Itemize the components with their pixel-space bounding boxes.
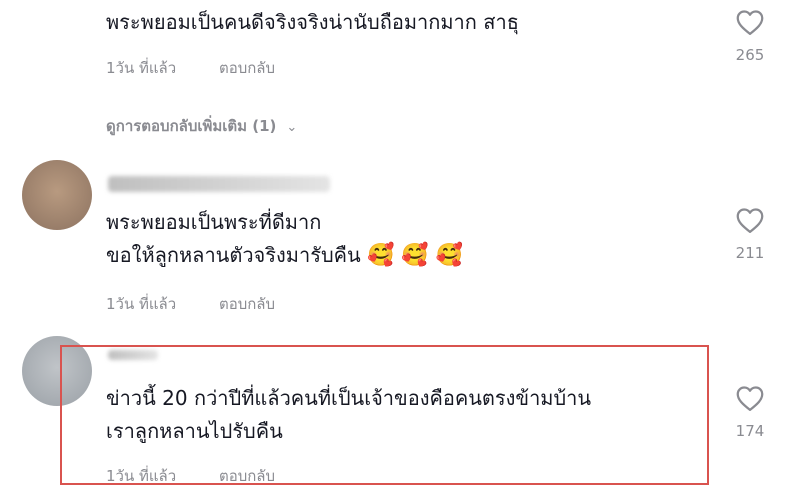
comment-time: 1วัน ที่แล้ว <box>106 59 177 77</box>
chevron-down-icon: ⌄ <box>286 120 298 135</box>
heart-outline-icon[interactable] <box>735 384 765 412</box>
comment-line: ข่าวนี้ 20 กว่าปีที่แล้วคนที่เป็นเจ้าของ… <box>106 386 592 410</box>
comment-time: 1วัน ที่แล้ว <box>106 467 177 485</box>
view-more-replies-label: ดูการตอบกลับเพิ่มเติม (1) <box>106 117 277 135</box>
smiling-face-hearts-emoji: 🥰 🥰 🥰 <box>367 243 464 268</box>
comment-text: พระพยอมเป็นพระที่ดีมาก ขอให้ลูกหลานตัวจร… <box>106 206 463 272</box>
comment-line: เราลูกหลานไปรับคืน <box>106 419 283 443</box>
like-count: 211 <box>735 244 765 262</box>
comment-meta: 1วัน ที่แล้ว ตอบกลับ <box>106 464 275 488</box>
comment-time: 1วัน ที่แล้ว <box>106 295 177 313</box>
comment-meta: 1วัน ที่แล้ว ตอบกลับ <box>106 292 275 316</box>
like-button[interactable]: 265 <box>728 8 772 64</box>
heart-outline-icon[interactable] <box>735 8 765 36</box>
reply-button[interactable]: ตอบกลับ <box>219 464 275 488</box>
heart-outline-icon[interactable] <box>735 206 765 234</box>
comment-item: ข่าวนี้ 20 กว่าปีที่แล้วคนที่เป็นเจ้าของ… <box>0 330 800 489</box>
reply-button[interactable]: ตอบกลับ <box>219 56 275 80</box>
username-redacted <box>108 350 158 360</box>
username-redacted <box>108 176 330 192</box>
comment-item: พระพยอมเป็นพระที่ดีมาก ขอให้ลูกหลานตัวจร… <box>0 150 800 330</box>
like-count: 174 <box>735 422 765 440</box>
reply-button[interactable]: ตอบกลับ <box>219 292 275 316</box>
comment-item: พระพยอมเป็นคนดีจริงจริงน่านับถือมากมาก ส… <box>0 0 800 150</box>
like-count: 265 <box>735 46 765 64</box>
comment-line: พระพยอมเป็นพระที่ดีมาก <box>106 210 322 234</box>
comment-line: ขอให้ลูกหลานตัวจริงมารับคืน 🥰 🥰 🥰 <box>106 243 464 268</box>
avatar[interactable] <box>22 160 92 230</box>
view-more-replies-button[interactable]: ดูการตอบกลับเพิ่มเติม (1) ⌄ <box>106 114 297 138</box>
comment-meta: 1วัน ที่แล้ว ตอบกลับ <box>106 56 275 80</box>
like-button[interactable]: 174 <box>728 384 772 440</box>
avatar[interactable] <box>22 336 92 406</box>
comment-text: พระพยอมเป็นคนดีจริงจริงน่านับถือมากมาก ส… <box>106 10 519 34</box>
comment-text: ข่าวนี้ 20 กว่าปีที่แล้วคนที่เป็นเจ้าของ… <box>106 382 591 448</box>
like-button[interactable]: 211 <box>728 206 772 262</box>
